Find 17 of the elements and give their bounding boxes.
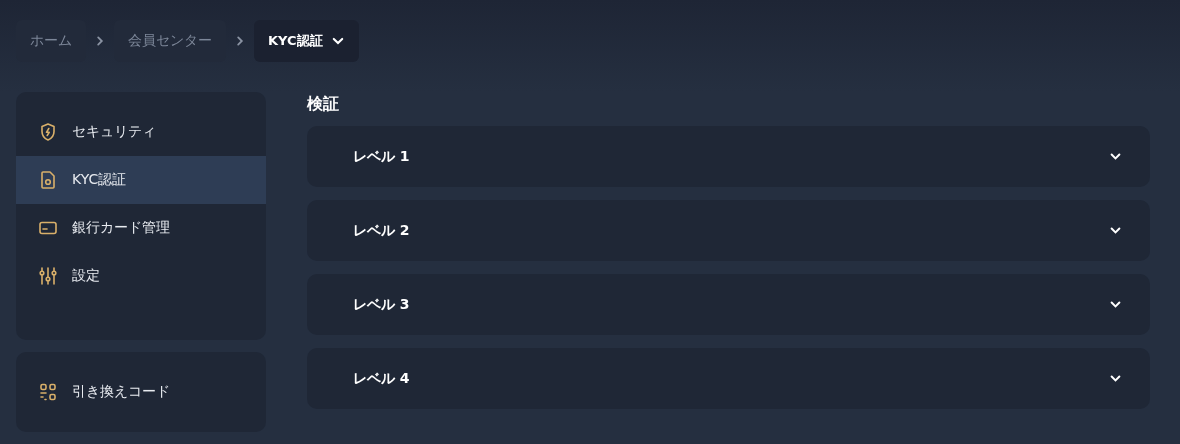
accordion-header[interactable]: レベル 4 — [307, 348, 1150, 409]
shield-icon — [38, 122, 58, 142]
accordion-header[interactable]: レベル 2 — [307, 200, 1150, 261]
sliders-icon — [38, 266, 58, 286]
menu-item[interactable]: KYC認証 — [16, 156, 266, 204]
breadcrumb-link[interactable]: KYC認証 — [254, 20, 359, 62]
menu-item[interactable]: 設定 — [16, 252, 266, 300]
menu-item[interactable]: セキュリティ — [16, 108, 266, 156]
document-icon — [38, 170, 58, 190]
qr-code-icon — [38, 382, 58, 402]
chevron-right-icon — [234, 35, 246, 47]
menu-item[interactable]: 銀行カード管理 — [16, 204, 266, 252]
chevron-right-icon — [94, 35, 106, 47]
accordion-header[interactable]: レベル 3 — [307, 274, 1150, 335]
menu-item[interactable]: 引き換えコード — [16, 368, 266, 416]
accordion-header[interactable]: レベル 1 — [307, 126, 1150, 187]
section-title: 検証 — [307, 94, 340, 114]
